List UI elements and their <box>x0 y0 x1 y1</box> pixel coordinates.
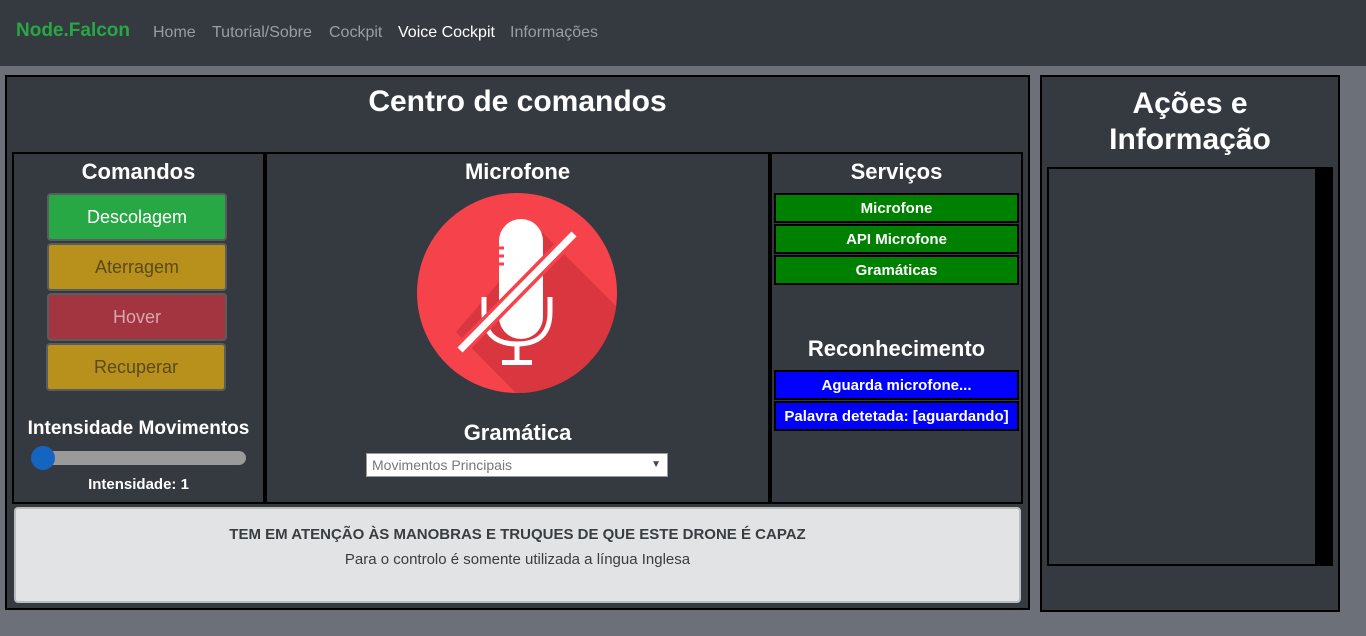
intensity-slider-thumb[interactable] <box>31 446 55 470</box>
recognition-status: Aguarda microfone... <box>774 370 1019 400</box>
actions-info-scrollbar[interactable] <box>1315 167 1333 566</box>
actions-info-title-line2: Informação <box>1109 123 1271 156</box>
notice-alert: TEM EM ATENÇÃO ÀS MANOBRAS E TRUQUES DE … <box>14 507 1021 603</box>
service-api-microfone: API Microfone <box>774 224 1019 254</box>
land-button[interactable]: Aterragem <box>47 243 227 291</box>
actions-info-log[interactable] <box>1047 167 1333 566</box>
service-gramaticas: Gramáticas <box>774 255 1019 285</box>
brand-logo[interactable]: Node.Falcon <box>16 20 130 42</box>
grammar-select-value: Movimentos Principais <box>372 457 513 473</box>
nav-link-home[interactable]: Home <box>153 24 196 42</box>
nav-link-informacoes[interactable]: Informações <box>510 24 598 42</box>
nav-link-voice-cockpit[interactable]: Voice Cockpit <box>398 24 495 42</box>
notice-heading: TEM EM ATENÇÃO ÀS MANOBRAS E TRUQUES DE … <box>229 526 806 543</box>
command-center-title: Centro de comandos <box>368 85 667 118</box>
services-title: Serviços <box>850 159 943 184</box>
commands-title: Comandos <box>81 159 196 184</box>
grammar-title: Gramática <box>463 420 572 445</box>
actions-info-title-line1: Ações e <box>1132 87 1248 120</box>
takeoff-button[interactable]: Descolagem <box>47 193 227 241</box>
grammar-select[interactable]: Movimentos Principais ▼ <box>366 453 668 477</box>
recognition-title: Reconhecimento <box>807 336 986 361</box>
notice-text: Para o controlo é somente utilizada a lí… <box>344 551 691 568</box>
top-navbar: Node.Falcon Home Tutorial/Sobre Cockpit … <box>0 0 1366 66</box>
intensity-label: Intensidade: 1 <box>88 476 189 493</box>
chevron-down-icon: ▼ <box>651 459 661 470</box>
service-microfone: Microfone <box>774 193 1019 223</box>
recover-button[interactable]: Recuperar <box>46 343 226 391</box>
microphone-title: Microfone <box>464 159 571 184</box>
microphone-muted-icon[interactable] <box>416 192 618 394</box>
intensity-title: Intensidade Movimentos <box>27 418 250 439</box>
intensity-slider-track[interactable] <box>33 451 246 465</box>
actions-info-title: Ações e Informação <box>1040 86 1340 158</box>
nav-link-cockpit[interactable]: Cockpit <box>329 24 382 42</box>
hover-button[interactable]: Hover <box>47 293 227 341</box>
nav-link-tutorial[interactable]: Tutorial/Sobre <box>212 24 312 42</box>
recognition-word: Palavra detetada: [aguardando] <box>774 401 1019 431</box>
